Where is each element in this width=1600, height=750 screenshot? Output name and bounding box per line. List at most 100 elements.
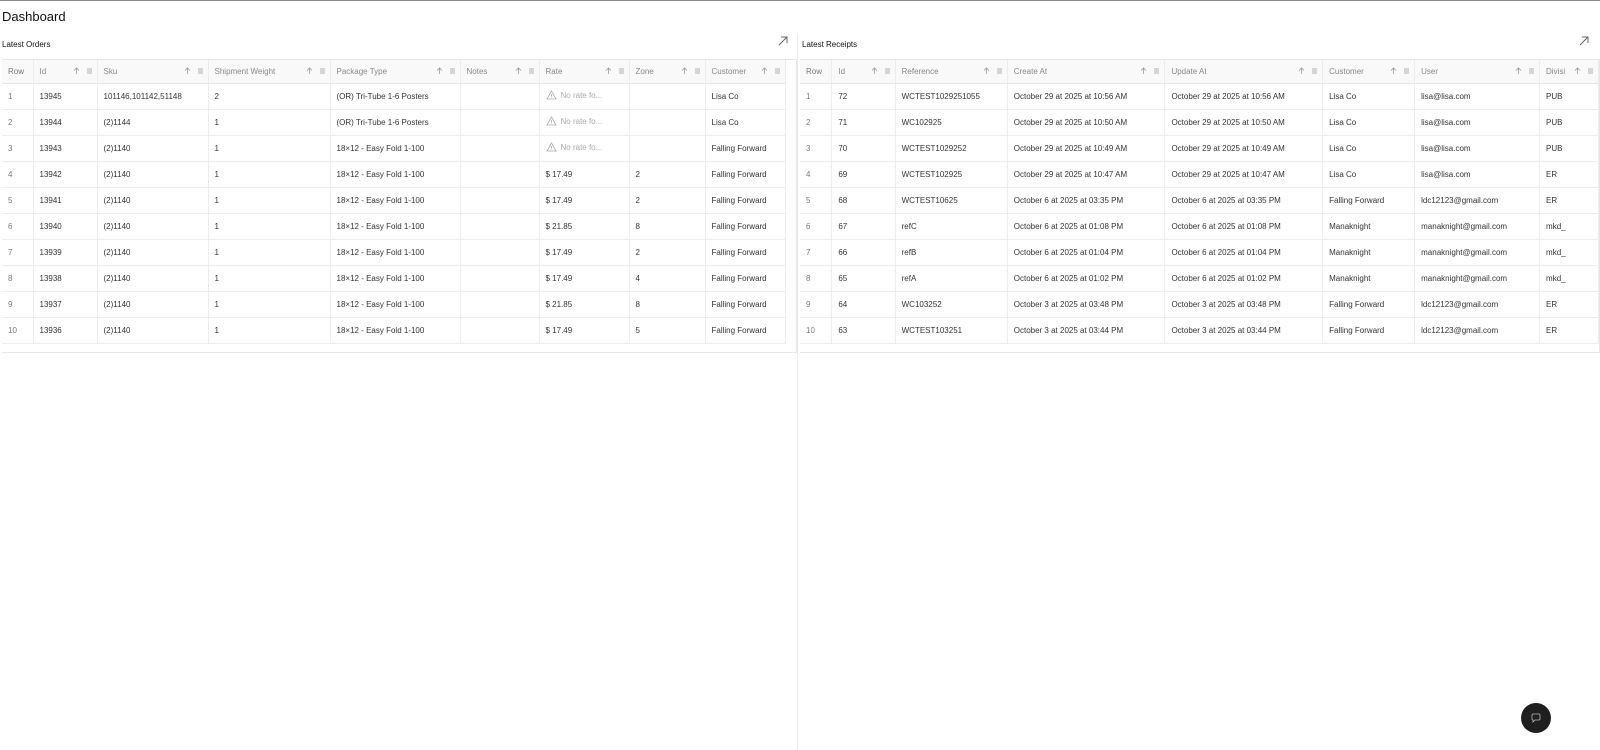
column-header-rate[interactable]: Rate [539, 60, 630, 84]
column-header-divisi[interactable]: Divisi [1539, 60, 1599, 84]
cell-create-at: October 29 at 2025 at 10:56 AM [1007, 83, 1166, 110]
table-row[interactable]: 3 70 WCTEST1029252 October 29 at 2025 at 10… [800, 135, 1599, 162]
expand-orders-icon[interactable] [777, 35, 791, 49]
sort-arrow-icon[interactable] [605, 67, 612, 75]
cell-id: 66 [831, 239, 896, 266]
cell-update-at: October 3 at 2025 at 03:48 PM [1164, 291, 1324, 318]
sort-arrow-icon[interactable] [515, 67, 522, 75]
column-menu-icon[interactable] [86, 67, 93, 75]
cell-row: 2 [2, 109, 34, 136]
table-row[interactable]: 5 13941 (2)1140 1 18×12 - Easy Fold 1-100 $ 1… [2, 187, 786, 214]
column-header-id[interactable]: Id [831, 60, 896, 84]
sort-arrow-icon[interactable] [1574, 67, 1581, 75]
expand-receipts-icon[interactable] [1578, 35, 1592, 49]
sort-arrow-icon[interactable] [1515, 67, 1522, 75]
table-row[interactable]: 3 13943 (2)1140 1 18×12 - Easy Fold 1-100 No … [2, 135, 786, 162]
column-header-customer[interactable]: Customer [705, 60, 786, 84]
column-header-reference[interactable]: Reference [895, 60, 1008, 84]
column-menu-icon[interactable] [618, 67, 625, 75]
table-row[interactable]: 8 13938 (2)1140 1 18×12 - Easy Fold 1-100 $ 1… [2, 265, 786, 292]
column-header-zone[interactable]: Zone [629, 60, 706, 84]
sort-arrow-icon[interactable] [73, 67, 80, 75]
column-header-row[interactable]: Row [800, 60, 833, 84]
column-menu-icon[interactable] [1153, 67, 1160, 75]
cell-shipment-weight: 1 [208, 161, 331, 188]
sort-arrow-icon[interactable] [306, 67, 313, 75]
column-menu-icon[interactable] [319, 67, 326, 75]
column-header-shipment-weight[interactable]: Shipment Weight [208, 60, 331, 84]
cell-reference: WCTEST103251 [895, 317, 1008, 344]
cell-update-at: October 6 at 2025 at 01:08 PM [1164, 213, 1324, 240]
sort-arrow-icon[interactable] [436, 67, 443, 75]
column-menu-icon[interactable] [694, 67, 701, 75]
table-row[interactable]: 10 13936 (2)1140 1 18×12 - Easy Fold 1-100 $ … [2, 317, 786, 344]
column-header-icons [515, 67, 535, 75]
column-header-icons [306, 67, 326, 75]
sort-arrow-icon[interactable] [1298, 67, 1305, 75]
cell-id: 13943 [33, 135, 98, 162]
column-header-icons [761, 67, 781, 75]
chat-bubble-icon [1531, 713, 1541, 723]
cell-sku: (2)1140 [97, 317, 209, 344]
table-row[interactable]: 6 67 refC October 6 at 2025 at 01:08 PM Octo… [800, 213, 1599, 240]
table-row[interactable]: 5 68 WCTEST10625 October 6 at 2025 at 03:35… [800, 187, 1599, 214]
sort-arrow-icon[interactable] [1140, 67, 1147, 75]
column-header-package-type[interactable]: Package Type [330, 60, 461, 84]
cell-id: 13940 [33, 213, 98, 240]
cell-rate: $ 17.49 [539, 239, 630, 266]
column-header-customer[interactable]: Customer [1322, 60, 1416, 84]
column-menu-icon[interactable] [1587, 67, 1594, 75]
chat-fab-button[interactable] [1521, 703, 1551, 733]
column-menu-icon[interactable] [197, 67, 204, 75]
cell-row: 10 [800, 317, 833, 344]
table-row[interactable]: 7 66 refB October 6 at 2025 at 01:04 PM Octo… [800, 239, 1599, 266]
column-header-row[interactable]: Row [2, 60, 34, 84]
column-header-notes[interactable]: Notes [460, 60, 540, 84]
column-header-create-at[interactable]: Create At [1007, 60, 1166, 84]
sort-arrow-icon[interactable] [681, 67, 688, 75]
cell-package-type: (OR) Tri-Tube 1-6 Posters [330, 83, 461, 110]
column-header-sku[interactable]: Sku [97, 60, 209, 84]
table-row[interactable]: 2 13944 (2)1144 1 (OR) Tri-Tube 1-6 Posters N… [2, 109, 786, 136]
column-menu-icon[interactable] [774, 67, 781, 75]
column-menu-icon[interactable] [449, 67, 456, 75]
column-menu-icon[interactable] [1311, 67, 1318, 75]
column-header-label: Sku [103, 66, 118, 76]
column-menu-icon[interactable] [884, 67, 891, 75]
column-menu-icon[interactable] [1403, 67, 1410, 75]
sort-arrow-icon[interactable] [1390, 67, 1397, 75]
cell-divisi: PUB [1539, 109, 1599, 136]
column-header-label: Notes [466, 66, 488, 76]
cell-zone: 2 [629, 239, 706, 266]
cell-shipment-weight: 2 [208, 83, 331, 110]
sort-arrow-icon[interactable] [983, 67, 990, 75]
sort-arrow-icon[interactable] [871, 67, 878, 75]
table-row[interactable]: 8 65 refA October 6 at 2025 at 01:02 PM Octo… [800, 265, 1599, 292]
sort-arrow-icon[interactable] [761, 67, 768, 75]
table-row[interactable]: 4 69 WCTEST102925 October 29 at 2025 at 10:… [800, 161, 1599, 188]
column-menu-icon[interactable] [528, 67, 535, 75]
table-row[interactable]: 7 13939 (2)1140 1 18×12 - Easy Fold 1-100 $ 1… [2, 239, 786, 266]
table-row[interactable]: 2 71 WC102925 October 29 at 2025 at 10:50 A… [800, 109, 1599, 136]
table-row[interactable]: 6 13940 (2)1140 1 18×12 - Easy Fold 1-100 $ 2… [2, 213, 786, 240]
warning-triangle-icon [545, 90, 557, 100]
table-row[interactable]: 10 63 WCTEST103251 October 3 at 2025 at 03:… [800, 317, 1599, 344]
cell-id: 63 [831, 317, 896, 344]
sort-arrow-icon[interactable] [184, 67, 191, 75]
cell-reference: WCTEST102925 [895, 161, 1008, 188]
table-row[interactable]: 9 13937 (2)1140 1 18×12 - Easy Fold 1-100 $ 2… [2, 291, 786, 318]
orders-table-container[interactable]: Row Id Sku Shipment Weight Package Type Notes… [2, 59, 797, 353]
cell-row: 6 [800, 213, 833, 240]
column-menu-icon[interactable] [1528, 67, 1535, 75]
cell-id: 64 [831, 291, 896, 318]
column-menu-icon[interactable] [996, 67, 1003, 75]
table-row[interactable]: 9 64 WC103252 October 3 at 2025 at 03:48 PM… [800, 291, 1599, 318]
column-header-id[interactable]: Id [33, 60, 98, 84]
column-header-update-at[interactable]: Update At [1164, 60, 1324, 84]
receipts-table-container[interactable]: Row Id Reference Create At Update At Customer… [800, 59, 1600, 353]
table-row[interactable]: 1 13945 101146,101142,51148 2 (OR) Tri-Tube … [2, 83, 786, 110]
table-row[interactable]: 1 72 WCTEST1029251055 October 29 at 2025 at… [800, 83, 1599, 110]
column-header-label: Shipment Weight [214, 66, 276, 76]
table-row[interactable]: 4 13942 (2)1140 1 18×12 - Easy Fold 1-100 $ 1… [2, 161, 786, 188]
column-header-user[interactable]: User [1414, 60, 1541, 84]
